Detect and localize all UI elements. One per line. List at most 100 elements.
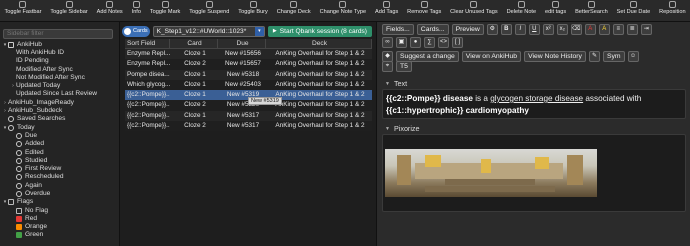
- sidebar-item[interactable]: ▾ Today: [0, 123, 119, 131]
- column-header-due[interactable]: Due: [218, 39, 266, 48]
- gear-icon[interactable]: ⚙: [486, 24, 498, 35]
- toolbar-button-label: edit tags: [545, 9, 567, 15]
- toolbar-button-toggle-sidebar[interactable]: Toggle Sidebar: [46, 0, 92, 21]
- sidebar-item[interactable]: › AnkiHub_ImageReady: [0, 99, 119, 107]
- view-note-history-button[interactable]: View Note History: [524, 51, 586, 62]
- table-cell-due: New #5317: [226, 122, 260, 130]
- sidebar-item[interactable]: Rescheduled: [0, 173, 119, 181]
- bold-icon[interactable]: B: [500, 24, 512, 35]
- table-row[interactable]: Enzyme Repl... Cloze 1 New #15656 AnKing Ov…: [125, 49, 372, 60]
- superscript-icon[interactable]: x²: [542, 24, 554, 35]
- table-row[interactable]: Which glycog... Cloze 1 New #25403 AnKing O…: [125, 79, 372, 91]
- toolbar-button-set-due-date[interactable]: Set Due Date: [612, 0, 655, 21]
- sidebar-item[interactable]: ▾ AnkiHub: [0, 41, 119, 49]
- toolbar-button-toggle-bury[interactable]: Toggle Bury: [234, 0, 272, 21]
- ts-button[interactable]: T5: [396, 61, 412, 72]
- highlight-icon[interactable]: A: [598, 24, 610, 35]
- underline-icon[interactable]: U: [528, 24, 540, 35]
- text-field-editor[interactable]: {{c2::Pompe}} disease is a glycogen stor…: [382, 89, 686, 119]
- toolbar-button-toggle-suspend[interactable]: Toggle Suspend: [185, 0, 234, 21]
- start-qbank-button[interactable]: ▶ Start Qbank session (8 cards): [267, 25, 372, 37]
- toolbar-icon: [132, 1, 140, 8]
- sidebar-item[interactable]: ID Pending: [0, 57, 119, 65]
- cards-button[interactable]: Cards...: [416, 24, 449, 35]
- sidebar-item[interactable]: Due: [0, 132, 119, 140]
- indent-icon[interactable]: ⇥: [640, 24, 652, 35]
- edit-icon[interactable]: ✎: [588, 51, 600, 62]
- text-color-icon[interactable]: A: [584, 24, 596, 35]
- sidebar-item[interactable]: Orange: [0, 223, 119, 231]
- table-cell-sort-field: {{c2::Pompe}}...: [127, 101, 170, 109]
- toolbar-button-toggle-fastbar[interactable]: Toggle Fastbar: [0, 0, 46, 21]
- sidebar-item[interactable]: Saved Searches: [0, 115, 119, 123]
- toolbar-icon: [420, 1, 428, 8]
- sidebar-item[interactable]: Modified After Sync: [0, 65, 119, 73]
- table-cell-card: Cloze 1: [184, 80, 206, 88]
- chevron-down-icon[interactable]: ▾: [254, 26, 264, 36]
- toolbar-button-add-tags[interactable]: Add Tags: [371, 0, 403, 21]
- toolbar-button-clear-unused-tags[interactable]: Clear Unused Tags: [446, 0, 502, 21]
- sidebar-item[interactable]: › AnkiHub_Subdeck: [0, 107, 119, 115]
- column-header-card[interactable]: Card: [170, 39, 218, 48]
- sidebar-item-label: Saved Searches: [17, 115, 66, 123]
- subscript-icon[interactable]: x₂: [556, 24, 568, 35]
- table-cell-deck: AnKing Overhaul for Step 1 & 2: [275, 111, 365, 119]
- toolbar-button-edit-tags[interactable]: edit tags: [541, 0, 571, 21]
- list-icon[interactable]: ≡: [612, 24, 624, 35]
- sidebar-item[interactable]: Studied: [0, 157, 119, 165]
- sidebar-item[interactable]: Edited: [0, 148, 119, 156]
- sym-button[interactable]: Sym: [602, 51, 625, 62]
- toolbar-button-reposition[interactable]: Reposition: [655, 0, 690, 21]
- sidebar-item[interactable]: No Flag: [0, 206, 119, 214]
- table-cell-deck: AnKing Overhaul for Step 1 & 2: [275, 101, 365, 109]
- preview-button[interactable]: Preview: [451, 24, 484, 35]
- table-row[interactable]: {{c2::Pompe}}... Cloze 2 New #5317 AnKing O…: [125, 121, 372, 132]
- toolbar-button-delete-note[interactable]: Delete Note: [502, 0, 540, 21]
- sidebar-search-input[interactable]: [3, 28, 113, 39]
- toolbar-icon: [205, 1, 213, 8]
- table-row[interactable]: Pompe disea... Cloze 1 New #5318 AnKing Ove…: [125, 69, 372, 80]
- column-header-deck[interactable]: Deck: [266, 39, 372, 48]
- sidebar-item[interactable]: With AnkiHub ID: [0, 49, 119, 57]
- toolbar-button-remove-tags[interactable]: Remove Tags: [403, 0, 446, 21]
- toolbar-icon: [249, 1, 257, 8]
- cards-notes-toggle[interactable]: Cards: [122, 25, 150, 37]
- eraser-icon[interactable]: ⌫: [570, 24, 582, 35]
- sidebar-item[interactable]: Not Modified After Sync: [0, 74, 119, 82]
- sidebar-item[interactable]: Overdue: [0, 190, 119, 198]
- toolbar-button-bettersearch[interactable]: BetterSearch: [571, 0, 613, 21]
- toolbar-button-change-note-type[interactable]: Change Note Type: [315, 0, 370, 21]
- search-query-input[interactable]: K_Step1_v12::#UWorld::1023* ▾: [152, 25, 265, 37]
- cloze-icon[interactable]: [ ]: [452, 37, 463, 48]
- table-row[interactable]: {{c2::Pompe}}... Cloze 1 New #5317 AnKing O…: [125, 110, 372, 122]
- sidebar-item[interactable]: › Updated Today: [0, 82, 119, 90]
- sidebar-item[interactable]: Updated Since Last Review: [0, 90, 119, 98]
- toolbar-button-info[interactable]: Info: [127, 0, 145, 21]
- text-field-label[interactable]: ▼ Text: [385, 79, 407, 88]
- clock-icon: [16, 182, 22, 189]
- sidebar-item[interactable]: Red: [0, 215, 119, 223]
- sidebar-item[interactable]: Added: [0, 140, 119, 148]
- sidebar-item[interactable]: ▾ Flags: [0, 198, 119, 206]
- column-header-sort-field[interactable]: Sort Field: [125, 39, 170, 48]
- toolbar-button-change-deck[interactable]: Change Deck: [272, 0, 315, 21]
- toolbar-button-add-notes[interactable]: Add Notes: [92, 0, 127, 21]
- sidebar-item[interactable]: Green: [0, 231, 119, 239]
- link-icon[interactable]: ∞: [382, 37, 393, 48]
- italic-icon[interactable]: I: [514, 24, 526, 35]
- emoji-icon[interactable]: ☺: [627, 51, 639, 62]
- record-icon[interactable]: ●: [410, 37, 421, 48]
- align-icon[interactable]: ≣: [626, 24, 638, 35]
- sidebar-item[interactable]: First Review: [0, 165, 119, 173]
- image-icon[interactable]: ▣: [396, 37, 407, 48]
- clock-icon: [16, 132, 22, 139]
- fields-button[interactable]: Fields...: [382, 24, 414, 35]
- sidebar-item[interactable]: Again: [0, 182, 119, 190]
- pin-icon[interactable]: ⌖: [382, 61, 393, 72]
- view-on-ankihub-button[interactable]: View on AnkiHub: [461, 51, 522, 62]
- toolbar-button-toggle-mark[interactable]: Toggle Mark: [145, 0, 184, 21]
- pixorize-field-label[interactable]: ▼ Pixorize: [385, 124, 420, 133]
- math-icon[interactable]: ∑: [424, 37, 435, 48]
- html-icon[interactable]: <>: [438, 37, 449, 48]
- table-row[interactable]: Enzyme Repl... Cloze 2 New #15657 AnKing Ov…: [125, 59, 372, 70]
